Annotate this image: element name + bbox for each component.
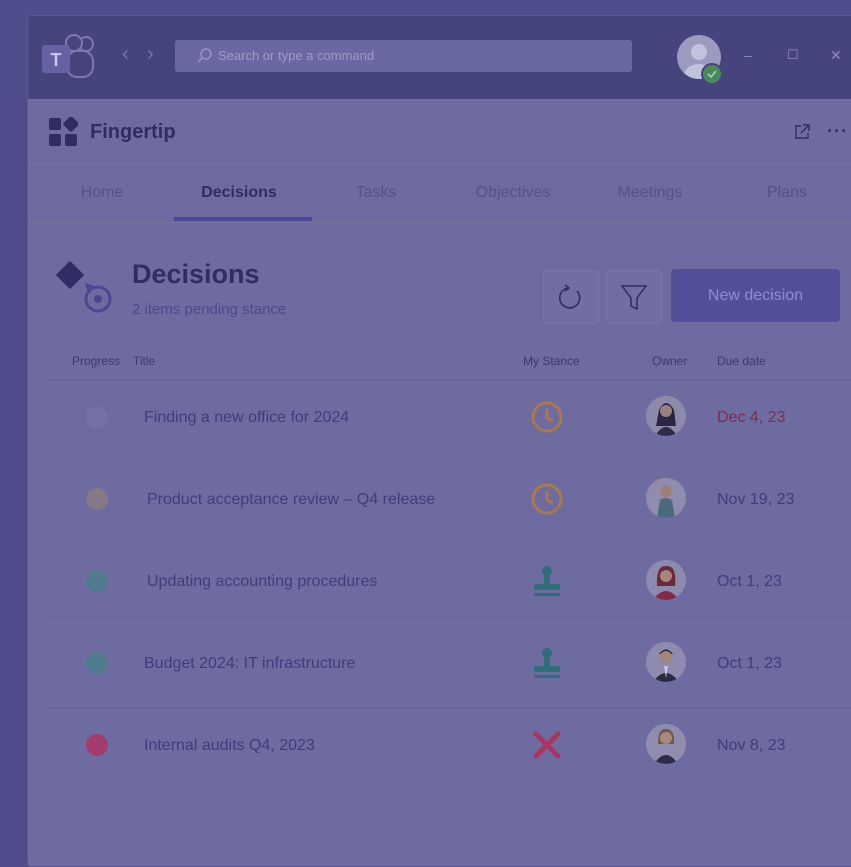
table-header: Progress Title My Stance Owner Due date (46, 342, 851, 378)
stamp-icon[interactable] (530, 564, 564, 598)
person-icon (646, 478, 686, 518)
clock-icon[interactable] (530, 400, 564, 434)
page-subtitle: 2 items pending stance (132, 301, 287, 318)
minimize-button[interactable]: – (744, 48, 752, 62)
owner-avatar[interactable] (646, 724, 686, 764)
search-box[interactable]: Search or type a command (175, 40, 632, 72)
app-name: Fingertip (90, 121, 176, 143)
popout-icon[interactable] (793, 123, 811, 141)
decisions-icon (55, 261, 112, 313)
refresh-icon (558, 284, 581, 309)
column-owner[interactable]: Owner (652, 354, 687, 368)
close-button[interactable]: ✕ (830, 48, 842, 62)
tab-plans[interactable]: Plans (717, 183, 851, 203)
clock-icon[interactable] (530, 482, 564, 516)
person-icon (646, 396, 686, 436)
table-row[interactable]: Internal audits Q4, 2023 Nov 8, 23 (46, 706, 851, 787)
progress-dot (86, 652, 108, 674)
svg-text:T: T (51, 50, 62, 70)
table-row[interactable]: Updating accounting procedures Oct 1, 23 (46, 542, 851, 624)
search-icon (197, 48, 212, 63)
tab-tasks[interactable]: Tasks (306, 183, 446, 203)
due-date: Dec 4, 23 (717, 409, 786, 426)
owner-avatar[interactable] (646, 478, 686, 518)
tab-bar: Home Decisions Tasks Objectives Meetings… (28, 164, 851, 223)
title-bar: T ‹ › Search or type a command – ☐ ✕ (28, 16, 851, 99)
teams-window: T ‹ › Search or type a command – ☐ ✕ Fin… (27, 15, 851, 867)
teams-logo-icon[interactable]: T (42, 33, 98, 83)
column-stance[interactable]: My Stance (523, 354, 580, 368)
table-row[interactable]: Product acceptance review – Q4 release N… (46, 460, 851, 542)
decision-title[interactable]: Product acceptance review – Q4 release (147, 490, 435, 510)
tab-objectives[interactable]: Objectives (443, 183, 583, 203)
progress-dot (86, 734, 108, 756)
filter-button[interactable] (606, 270, 662, 324)
decision-title[interactable]: Finding a new office for 2024 (144, 408, 349, 428)
more-options-icon[interactable]: ··· (827, 121, 848, 142)
tab-home[interactable]: Home (32, 183, 172, 203)
person-icon (646, 642, 686, 682)
person-icon (646, 724, 686, 764)
decision-title[interactable]: Updating accounting procedures (147, 572, 377, 592)
new-decision-button[interactable]: New decision (671, 269, 840, 322)
chevron-right-icon[interactable]: › (147, 44, 154, 64)
person-icon (646, 560, 686, 600)
app-header: Fingertip ··· (28, 99, 851, 164)
stamp-icon[interactable] (530, 646, 564, 680)
owner-avatar[interactable] (646, 560, 686, 600)
active-tab-indicator (174, 217, 312, 221)
search-placeholder: Search or type a command (218, 48, 375, 63)
presence-available-icon (701, 63, 723, 85)
fingertip-logo-icon (49, 117, 78, 146)
page-title: Decisions (132, 259, 260, 289)
due-date: Nov 19, 23 (717, 491, 795, 508)
column-due-date[interactable]: Due date (717, 354, 766, 368)
table-row[interactable]: Finding a new office for 2024 Dec 4, 23 (46, 378, 851, 460)
chevron-left-icon[interactable]: ‹ (122, 44, 129, 64)
progress-dot (86, 406, 108, 428)
cross-icon[interactable] (530, 728, 564, 762)
owner-avatar[interactable] (646, 396, 686, 436)
table-row[interactable]: Budget 2024: IT infrastructure Oct 1, 23 (46, 624, 851, 706)
progress-dot (86, 488, 108, 510)
due-date: Nov 8, 23 (717, 737, 786, 754)
due-date: Oct 1, 23 (717, 655, 782, 672)
tab-meetings[interactable]: Meetings (580, 183, 720, 203)
maximize-button[interactable]: ☐ (787, 48, 799, 62)
owner-avatar[interactable] (646, 642, 686, 682)
progress-dot (86, 570, 108, 592)
decision-title[interactable]: Budget 2024: IT infrastructure (144, 654, 355, 674)
decision-title[interactable]: Internal audits Q4, 2023 (144, 736, 315, 756)
due-date: Oct 1, 23 (717, 573, 782, 590)
refresh-button[interactable] (543, 270, 599, 324)
column-progress[interactable]: Progress (72, 354, 120, 368)
filter-icon (620, 285, 648, 311)
column-title[interactable]: Title (133, 354, 155, 368)
tab-decisions[interactable]: Decisions (169, 183, 309, 203)
